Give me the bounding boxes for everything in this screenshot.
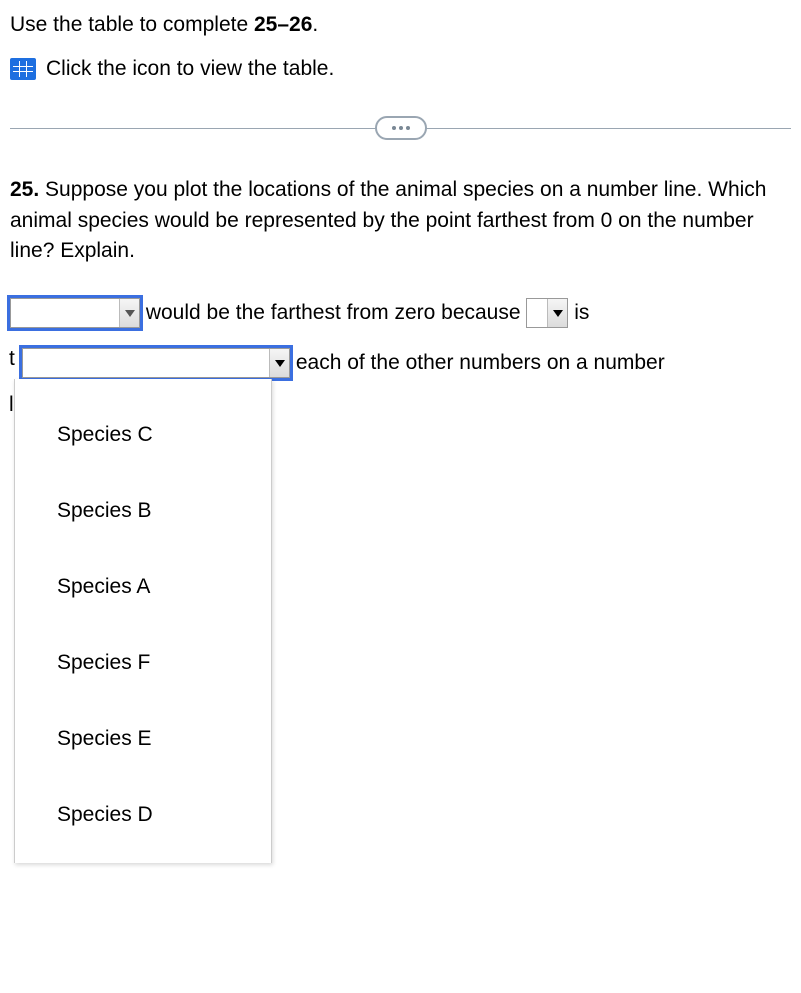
dropdown-option[interactable]: Species A xyxy=(15,549,271,625)
species-dropdown-value xyxy=(11,299,119,327)
instruction-prefix: Use the table to complete xyxy=(10,13,254,36)
reason-dropdown-1[interactable] xyxy=(526,298,568,328)
table-icon[interactable] xyxy=(10,58,36,80)
instruction-line: Use the table to complete 25–26. xyxy=(10,10,791,39)
question-25: 25. Suppose you plot the locations of th… xyxy=(10,175,791,266)
answer-area: would be the farthest from zero because … xyxy=(10,291,791,385)
question-number: 25. xyxy=(10,178,39,201)
reason-dropdown-2[interactable] xyxy=(22,348,290,378)
chevron-down-icon xyxy=(269,349,289,377)
answer-text-1: would be the farthest from zero because xyxy=(140,301,526,324)
table-icon-row: Click the icon to view the table. xyxy=(10,57,791,81)
section-divider xyxy=(10,115,791,141)
chevron-down-icon xyxy=(119,299,139,327)
answer-text-2: is xyxy=(568,301,589,324)
dropdown-option[interactable]: Species E xyxy=(15,701,271,777)
dropdown-option[interactable]: Species F xyxy=(15,625,271,701)
dropdown-option[interactable]: Species D xyxy=(15,777,271,853)
divider-expand-button[interactable] xyxy=(375,116,427,140)
instruction-bold: 25–26 xyxy=(254,13,312,36)
dropdown-option[interactable]: Species B xyxy=(15,473,271,549)
species-dropdown[interactable] xyxy=(10,298,140,328)
reason-dropdown-2-value xyxy=(23,349,269,377)
instruction-suffix: . xyxy=(312,13,318,36)
chevron-down-icon xyxy=(547,299,567,327)
truncated-char-1: t xyxy=(9,337,15,381)
view-table-text: Click the icon to view the table. xyxy=(46,57,334,81)
truncated-char-2: l xyxy=(9,383,14,427)
question-text: Suppose you plot the locations of the an… xyxy=(10,178,766,262)
answer-text-3: each of the other numbers on a number xyxy=(290,351,665,374)
dropdown-option[interactable]: Species C xyxy=(15,397,271,473)
reason-dropdown-1-value xyxy=(527,299,547,327)
species-dropdown-options: Species C Species B Species A Species F … xyxy=(14,379,272,864)
